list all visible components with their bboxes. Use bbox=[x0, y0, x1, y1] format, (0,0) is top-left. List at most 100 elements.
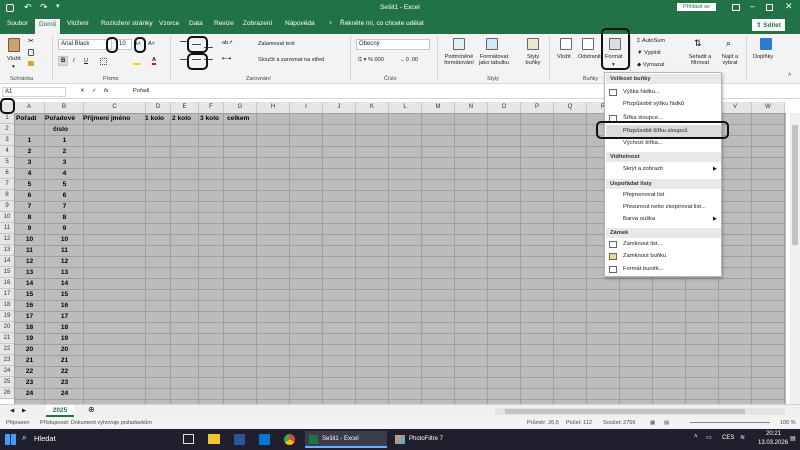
addins-icon[interactable] bbox=[760, 38, 772, 50]
row-header-19[interactable]: 19 bbox=[0, 311, 14, 322]
sort-filter-button[interactable]: Seřadit a filtrovat bbox=[688, 54, 712, 66]
row-header-6[interactable]: 6 bbox=[0, 168, 14, 179]
tab-napoveda[interactable]: Nápověda bbox=[285, 20, 315, 27]
chrome-icon[interactable] bbox=[284, 434, 295, 445]
cell-a[interactable]: 10 bbox=[14, 234, 45, 245]
column-header-m[interactable]: M bbox=[422, 102, 455, 113]
cell-b[interactable]: 24 bbox=[45, 388, 84, 399]
name-box[interactable]: A1 bbox=[2, 87, 66, 97]
cell-a[interactable]: 22 bbox=[14, 366, 45, 377]
maximize-icon[interactable] bbox=[766, 4, 773, 11]
row-header-3[interactable]: 3 bbox=[0, 135, 14, 146]
paste-dropdown-icon[interactable]: ▾ bbox=[12, 64, 15, 70]
find-select-button[interactable]: Najít a vybrat bbox=[718, 54, 742, 66]
row-header-8[interactable]: 8 bbox=[0, 190, 14, 201]
decrease-font-icon[interactable]: A˅ bbox=[148, 41, 155, 47]
cell-b[interactable]: 4 bbox=[45, 168, 84, 179]
wifi-icon[interactable]: ≋ bbox=[740, 434, 745, 441]
outlook-icon[interactable] bbox=[259, 434, 270, 445]
cell-b[interactable]: 20 bbox=[45, 344, 84, 355]
column-header-v[interactable]: V bbox=[719, 102, 752, 113]
cell-a[interactable]: 23 bbox=[14, 377, 45, 388]
number-format-box[interactable]: Obecný bbox=[356, 39, 430, 50]
cell-a[interactable]: 17 bbox=[14, 311, 45, 322]
signin-button[interactable]: Přihlásit se bbox=[677, 3, 716, 11]
row-header-17[interactable]: 17 bbox=[0, 289, 14, 300]
status-accessibility[interactable]: Přístupnost: Dokument vyhovuje požadavků… bbox=[40, 420, 152, 426]
tray-expand-icon[interactable]: ˄ bbox=[694, 434, 698, 440]
ribbon-display-icon[interactable] bbox=[732, 4, 740, 11]
cell-b[interactable]: 11 bbox=[45, 245, 84, 256]
column-header-e[interactable]: E bbox=[171, 102, 199, 113]
sheet-tab-2025[interactable]: 2025 bbox=[46, 405, 74, 417]
notification-icon[interactable]: ▤ bbox=[790, 435, 796, 442]
menu-format-cells[interactable]: Formát buněk... bbox=[623, 266, 664, 272]
cell-b[interactable]: 13 bbox=[45, 267, 84, 278]
font-name-box[interactable]: Arial Black bbox=[58, 39, 112, 50]
minimize-icon[interactable]: – bbox=[750, 1, 755, 11]
sort-filter-icon[interactable]: ⇅ bbox=[694, 38, 702, 49]
column-header-h[interactable]: H bbox=[257, 102, 290, 113]
cancel-entry-icon[interactable]: ✕ bbox=[80, 88, 85, 94]
row-header-11[interactable]: 11 bbox=[0, 223, 14, 234]
column-header-j[interactable]: J bbox=[323, 102, 356, 113]
column-header-o[interactable]: O bbox=[488, 102, 521, 113]
row-header-10[interactable]: 10 bbox=[0, 212, 14, 223]
row-header-9[interactable]: 9 bbox=[0, 201, 14, 212]
menu-default-width[interactable]: Výchozí šířka... bbox=[623, 140, 663, 146]
cell-b[interactable]: 10 bbox=[45, 234, 84, 245]
header-cell-name[interactable]: Příjmení jméno bbox=[83, 113, 130, 124]
row-header-12[interactable]: 12 bbox=[0, 234, 14, 245]
column-header-p[interactable]: P bbox=[521, 102, 554, 113]
header-cell-kolo1[interactable]: 1 kolo bbox=[145, 113, 164, 124]
row-header-16[interactable]: 16 bbox=[0, 278, 14, 289]
qat-customize-icon[interactable]: ▾ bbox=[56, 2, 60, 10]
cell-b[interactable]: 14 bbox=[45, 278, 84, 289]
cell-a[interactable]: 11 bbox=[14, 245, 45, 256]
undo-icon[interactable]: ↶ bbox=[24, 2, 32, 13]
row-header-18[interactable]: 18 bbox=[0, 300, 14, 311]
row-header-7[interactable]: 7 bbox=[0, 179, 14, 190]
autosum-button[interactable]: Σ AutoSum bbox=[637, 38, 665, 44]
cell-styles-button[interactable]: Styly buňky bbox=[524, 54, 542, 66]
clear-button[interactable]: ◆ Vymazat bbox=[637, 62, 664, 68]
row-header-26[interactable]: 26 bbox=[0, 388, 14, 399]
tab-domu[interactable]: Domů bbox=[35, 19, 61, 34]
cell-a[interactable]: 16 bbox=[14, 300, 45, 311]
cell-b[interactable]: 5 bbox=[45, 179, 84, 190]
tab-zobrazeni[interactable]: Zobrazení bbox=[243, 20, 272, 27]
cell-a[interactable]: 20 bbox=[14, 344, 45, 355]
taskview-icon[interactable] bbox=[183, 434, 194, 444]
header-cell-poradi[interactable]: Pořadí bbox=[16, 113, 37, 124]
column-header-b[interactable]: B bbox=[45, 102, 84, 113]
column-header-i[interactable]: I bbox=[290, 102, 323, 113]
orientation-icon[interactable]: ab↗ bbox=[222, 40, 233, 46]
share-button[interactable]: ⇧ Sdílet bbox=[752, 19, 785, 31]
menu-protect-sheet[interactable]: Zamknout list... bbox=[623, 241, 662, 247]
column-header-d[interactable]: D bbox=[146, 102, 171, 113]
row-header-25[interactable]: 25 bbox=[0, 377, 14, 388]
next-sheet-icon[interactable]: ▶ bbox=[22, 408, 26, 414]
fill-button[interactable]: ▼ Vyplnit bbox=[637, 50, 661, 56]
delete-cells-button[interactable]: Odstranit bbox=[578, 54, 601, 60]
prev-sheet-icon[interactable]: ◀ bbox=[10, 408, 14, 414]
redo-icon[interactable]: ↷ bbox=[40, 2, 48, 13]
font-size-box[interactable]: 10 bbox=[116, 39, 132, 50]
windows-start-icon[interactable] bbox=[5, 434, 16, 445]
row-header-5[interactable]: 5 bbox=[0, 157, 14, 168]
cell-a[interactable]: 8 bbox=[14, 212, 45, 223]
format-table-icon[interactable] bbox=[486, 38, 498, 50]
close-icon[interactable]: ✕ bbox=[785, 1, 793, 12]
taskbar-search[interactable]: Hledat bbox=[34, 434, 56, 443]
h-scroll-thumb[interactable] bbox=[505, 409, 745, 414]
cell-b[interactable]: 1 bbox=[45, 135, 84, 146]
decimal-icon[interactable]: ←0 .00 bbox=[400, 57, 418, 63]
borders-icon[interactable] bbox=[100, 58, 107, 65]
delete-cells-icon[interactable] bbox=[582, 38, 594, 50]
column-header-l[interactable]: L bbox=[389, 102, 422, 113]
insert-cells-button[interactable]: Vložit bbox=[557, 54, 571, 60]
taskbar-excel[interactable]: Sešit1 - Excel bbox=[305, 431, 387, 448]
normal-view-icon[interactable]: ▦ bbox=[650, 420, 655, 426]
zoom-slider[interactable] bbox=[690, 422, 770, 423]
format-painter-icon[interactable] bbox=[28, 61, 34, 66]
